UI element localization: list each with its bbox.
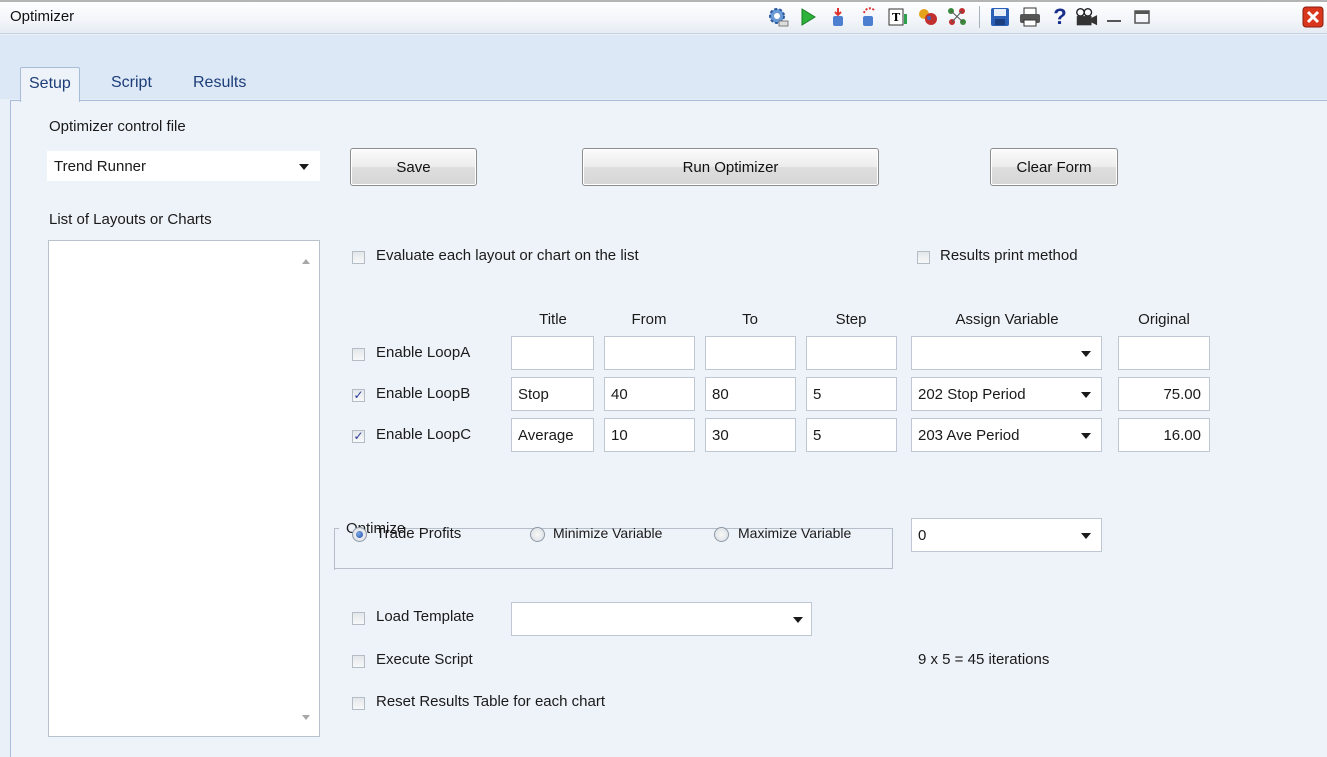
- minimize-icon[interactable]: [1102, 5, 1126, 29]
- tab-script[interactable]: Script: [103, 67, 160, 101]
- control-file-value: Trend Runner: [54, 157, 146, 175]
- chevron-down-icon: [1081, 351, 1091, 357]
- close-icon[interactable]: [1300, 5, 1326, 29]
- print-icon[interactable]: [1018, 5, 1042, 29]
- optimize-variable-select[interactable]: 0: [911, 518, 1102, 552]
- enable-loopa-label: Enable LoopA: [376, 344, 471, 361]
- control-file-label: Optimizer control file: [49, 118, 186, 135]
- evaluate-each-checkbox[interactable]: [352, 251, 365, 264]
- list-label: List of Layouts or Charts: [49, 211, 212, 228]
- control-file-select[interactable]: Trend Runner: [47, 151, 320, 181]
- trade-profits-label: Trade Profits: [376, 525, 462, 542]
- toolbar-separator: [979, 6, 980, 28]
- export-icon[interactable]: [856, 5, 880, 29]
- chevron-down-icon: [299, 164, 309, 170]
- loopc-step-input[interactable]: 5: [806, 418, 897, 452]
- scroll-down-icon[interactable]: [302, 715, 310, 720]
- loopc-original-input[interactable]: 16.00: [1118, 418, 1210, 452]
- group-border-left: [334, 528, 335, 570]
- reset-results-label: Reset Results Table for each chart: [376, 693, 606, 710]
- maximize-variable-label: Maximize Variable: [738, 525, 852, 541]
- maximize-icon[interactable]: [1130, 5, 1154, 29]
- loopb-assign-value: 202 Stop Period: [918, 385, 1026, 403]
- loopa-step-input[interactable]: [806, 336, 897, 370]
- loopb-assign-select[interactable]: 202 Stop Period: [911, 377, 1102, 411]
- header-to: To: [742, 311, 758, 328]
- header-original: Original: [1138, 311, 1190, 328]
- load-template-checkbox[interactable]: [352, 612, 365, 625]
- template-select[interactable]: [511, 602, 812, 636]
- header-step: Step: [835, 311, 867, 328]
- execute-script-checkbox[interactable]: [352, 655, 365, 668]
- layout-chart-list[interactable]: [48, 240, 320, 737]
- scroll-up-icon[interactable]: [302, 259, 310, 264]
- play-icon[interactable]: [796, 5, 820, 29]
- loopa-to-input[interactable]: [705, 336, 796, 370]
- settings-icon[interactable]: [766, 5, 790, 29]
- tab-setup[interactable]: Setup: [20, 67, 80, 102]
- evaluate-each-label: Evaluate each layout or chart on the lis…: [376, 247, 639, 264]
- loopa-from-input[interactable]: [604, 336, 695, 370]
- enable-loopb-label: Enable LoopB: [376, 385, 471, 402]
- camera-icon[interactable]: [1074, 5, 1098, 29]
- run-optimizer-button[interactable]: Run Optimizer: [582, 148, 879, 186]
- execute-script-label: Execute Script: [376, 651, 473, 668]
- loopc-from-input[interactable]: 10: [604, 418, 695, 452]
- text-icon[interactable]: T: [886, 5, 910, 29]
- loopc-assign-select[interactable]: 203 Ave Period: [911, 418, 1102, 452]
- header-from: From: [631, 311, 667, 328]
- enable-loopa-checkbox[interactable]: [352, 348, 365, 361]
- minimize-variable-radio[interactable]: [530, 527, 545, 542]
- header-assign-variable: Assign Variable: [955, 311, 1059, 328]
- chevron-down-icon: [1081, 392, 1091, 398]
- loopa-title-input[interactable]: [511, 336, 594, 370]
- minimize-variable-label: Minimize Variable: [553, 525, 663, 541]
- chevron-down-icon: [1081, 433, 1091, 439]
- results-print-label: Results print method: [940, 247, 1078, 264]
- window-title: Optimizer: [10, 8, 75, 25]
- iterations-text: 9 x 5 = 45 iterations: [918, 651, 1050, 668]
- clear-form-button[interactable]: Clear Form: [990, 148, 1118, 186]
- enable-loopc-label: Enable LoopC: [376, 426, 472, 443]
- window-top-edge: [0, 0, 1327, 2]
- title-bar: Optimizer T ?: [0, 0, 1327, 34]
- trade-profits-radio[interactable]: [352, 527, 367, 542]
- save-icon[interactable]: [988, 5, 1012, 29]
- graph-icon[interactable]: [946, 5, 970, 29]
- loopa-assign-select[interactable]: [911, 336, 1102, 370]
- loopb-to-input[interactable]: 80: [705, 377, 796, 411]
- loopc-assign-value: 203 Ave Period: [918, 426, 1020, 444]
- import-icon[interactable]: [826, 5, 850, 29]
- chevron-down-icon: [793, 617, 803, 623]
- optimize-variable-value: 0: [918, 526, 927, 544]
- loopc-title-input[interactable]: Average: [511, 418, 594, 452]
- header-title: Title: [539, 311, 567, 328]
- bug-icon[interactable]: [916, 5, 940, 29]
- loopb-step-input[interactable]: 5: [806, 377, 897, 411]
- enable-loopc-checkbox[interactable]: ✓: [352, 430, 365, 443]
- maximize-variable-radio[interactable]: [714, 527, 729, 542]
- help-icon[interactable]: ?: [1048, 4, 1072, 29]
- svg-text:T: T: [892, 11, 901, 24]
- loopc-to-input[interactable]: 30: [705, 418, 796, 452]
- loopa-original-input[interactable]: [1118, 336, 1210, 370]
- loopb-title-input[interactable]: Stop: [511, 377, 594, 411]
- save-button[interactable]: Save: [350, 148, 477, 186]
- tab-results[interactable]: Results: [185, 67, 254, 101]
- enable-loopb-checkbox[interactable]: ✓: [352, 389, 365, 402]
- reset-results-checkbox[interactable]: [352, 697, 365, 710]
- results-print-checkbox[interactable]: [917, 251, 930, 264]
- loopb-original-input[interactable]: 75.00: [1118, 377, 1210, 411]
- load-template-label: Load Template: [376, 608, 475, 625]
- loopb-from-input[interactable]: 40: [604, 377, 695, 411]
- chevron-down-icon: [1081, 533, 1091, 539]
